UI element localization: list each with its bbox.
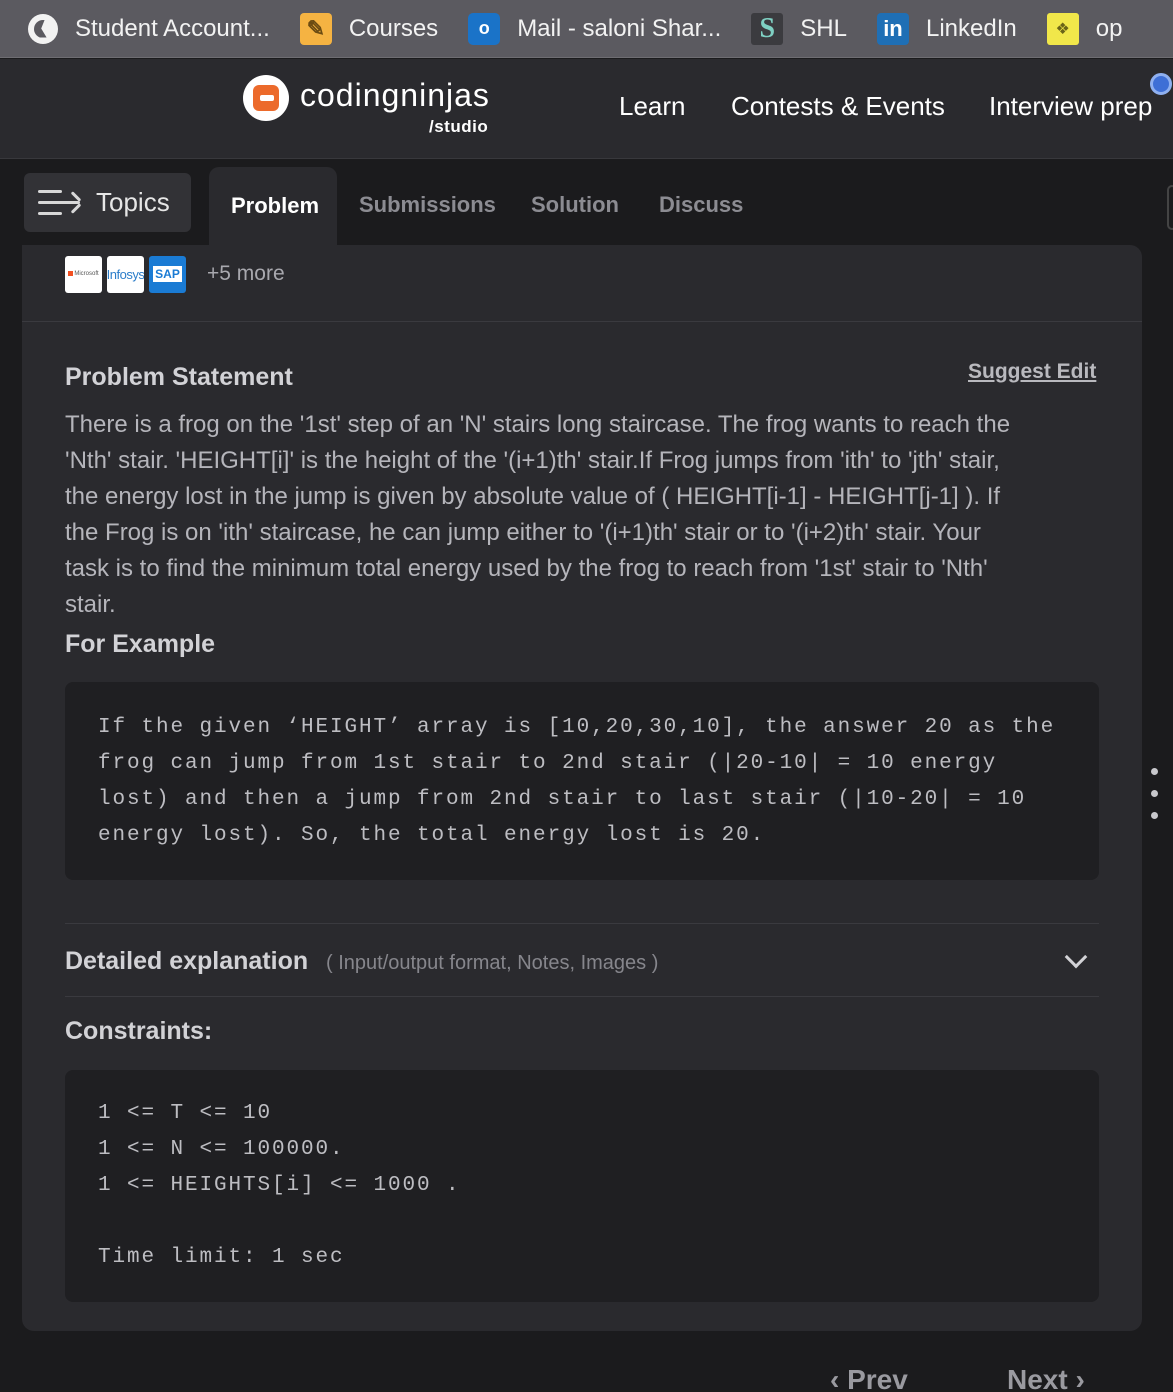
topics-button[interactable]: Topics [24, 173, 191, 232]
divider [65, 996, 1099, 997]
problem-statement-text: There is a frog on the '1st' step of an … [65, 407, 1125, 623]
topics-label: Topics [96, 187, 170, 217]
bookmark-op[interactable]: ❖ op [1017, 0, 1123, 57]
menu-arrow-icon [38, 190, 82, 216]
problem-statement-heading: Problem Statement [65, 363, 293, 391]
suggest-edit-link[interactable]: Suggest Edit [968, 360, 1096, 384]
tab-discuss[interactable]: Discuss [659, 192, 743, 218]
example-code-block: If the given ‘HEIGHT’ array is [10,20,30… [65, 682, 1099, 880]
bookmarks-bar: Student Account... ✎ Courses o Mail - sa… [0, 0, 1173, 58]
bookmark-label: Mail - saloni Shar... [517, 14, 722, 42]
microsoft-logo[interactable]: Microsoft [65, 255, 102, 293]
detailed-explanation-title: Detailed explanation [65, 947, 309, 975]
statement-line: the Frog is on 'ith' staircase, he can j… [65, 519, 981, 546]
bookmark-linkedin[interactable]: in LinkedIn [847, 0, 1017, 57]
problem-tabbar: Topics Problem Submissions Solution Disc… [0, 160, 1173, 252]
constraints-code-block: 1 <= T <= 10 1 <= N <= 100000. 1 <= HEIG… [65, 1070, 1099, 1302]
chevron-left-icon: ‹ [830, 1364, 848, 1392]
chevron-down-icon[interactable] [1064, 945, 1088, 969]
globe-icon [28, 13, 58, 44]
divider [65, 923, 1099, 924]
constraints-heading: Constraints: [65, 1017, 213, 1045]
bookmark-label: SHL [800, 14, 847, 42]
next-button[interactable]: Next › [1007, 1364, 1085, 1392]
pencil-icon: ✎ [299, 12, 332, 45]
code-line: energy lost). So, the total energy lost … [98, 824, 766, 847]
codingninjas-logo-icon[interactable] [243, 75, 289, 121]
logo-wordmark[interactable]: codingninjas [300, 77, 490, 114]
tab-submissions[interactable]: Submissions [359, 192, 496, 218]
more-options-icon[interactable] [1151, 768, 1159, 834]
shl-icon: S [751, 12, 784, 45]
prev-label: Prev [847, 1364, 908, 1392]
bookmark-label: op [1095, 14, 1123, 42]
code-line: If the given ‘HEIGHT’ array is [10,20,30… [98, 716, 1056, 739]
bookmark-label: LinkedIn [925, 14, 1017, 42]
site-header: codingninjas /studio Learn Contests & Ev… [0, 59, 1173, 159]
statement-line: There is a frog on the '1st' step of an … [65, 411, 1011, 438]
op-icon: ❖ [1046, 12, 1079, 45]
outlook-icon: o [468, 12, 501, 45]
code-line: lost) and then a jump from 2nd stair to … [98, 788, 1027, 811]
sap-logo[interactable]: SAP [149, 255, 186, 293]
statement-line: the energy lost in the jump is given by … [65, 483, 1001, 510]
tab-label: Problem [231, 193, 320, 218]
chevron-right-icon: › [1067, 1364, 1085, 1392]
notification-dot-icon [1150, 73, 1172, 95]
bookmark-label: Student Account... [75, 14, 270, 42]
code-line: 1 <= HEIGHTS[i] <= 1000 . [98, 1174, 461, 1197]
more-companies-link[interactable]: +5 more [207, 262, 285, 286]
nav-contests-events[interactable]: Contests & Events [731, 91, 945, 122]
logo-subtitle: /studio [429, 117, 489, 136]
code-line: 1 <= N <= 100000. [98, 1138, 345, 1161]
statement-line: 'Nth' stair. 'HEIGHT[i]' is the height o… [65, 447, 1000, 474]
detailed-explanation-toggle[interactable]: Detailed explanation ( Input/output form… [65, 945, 1099, 995]
bookmark-student-account[interactable]: Student Account... [0, 0, 270, 57]
nav-interview-prep[interactable]: Interview prep [989, 91, 1152, 122]
problem-card: Microsoft Infosys SAP +5 more Problem St… [22, 245, 1142, 1331]
tab-problem[interactable]: Problem [209, 167, 337, 252]
bookmark-shl[interactable]: S SHL [721, 0, 847, 57]
bookmark-courses[interactable]: ✎ Courses [270, 0, 439, 57]
side-panel-handle[interactable] [1167, 185, 1173, 230]
tab-solution[interactable]: Solution [531, 192, 619, 218]
linkedin-icon: in [876, 12, 909, 45]
code-line: 1 <= T <= 10 [98, 1102, 273, 1125]
prev-button[interactable]: ‹ Prev [830, 1364, 908, 1392]
bookmark-mail[interactable]: o Mail - saloni Shar... [438, 0, 722, 57]
infosys-logo[interactable]: Infosys [107, 255, 144, 293]
statement-line: task is to find the minimum total energy… [65, 555, 988, 582]
nav-learn[interactable]: Learn [619, 91, 686, 122]
divider [22, 321, 1142, 322]
statement-line: stair. [65, 591, 116, 618]
bookmark-label: Courses [348, 14, 439, 42]
code-line: frog can jump from 1st stair to 2nd stai… [98, 752, 998, 775]
detailed-explanation-subtitle: ( Input/output format, Notes, Images ) [326, 952, 659, 974]
company-tags: Microsoft Infosys SAP +5 more [65, 255, 285, 293]
for-example-heading: For Example [65, 630, 216, 658]
code-line: Time limit: 1 sec [98, 1246, 345, 1269]
next-label: Next [1007, 1364, 1068, 1392]
